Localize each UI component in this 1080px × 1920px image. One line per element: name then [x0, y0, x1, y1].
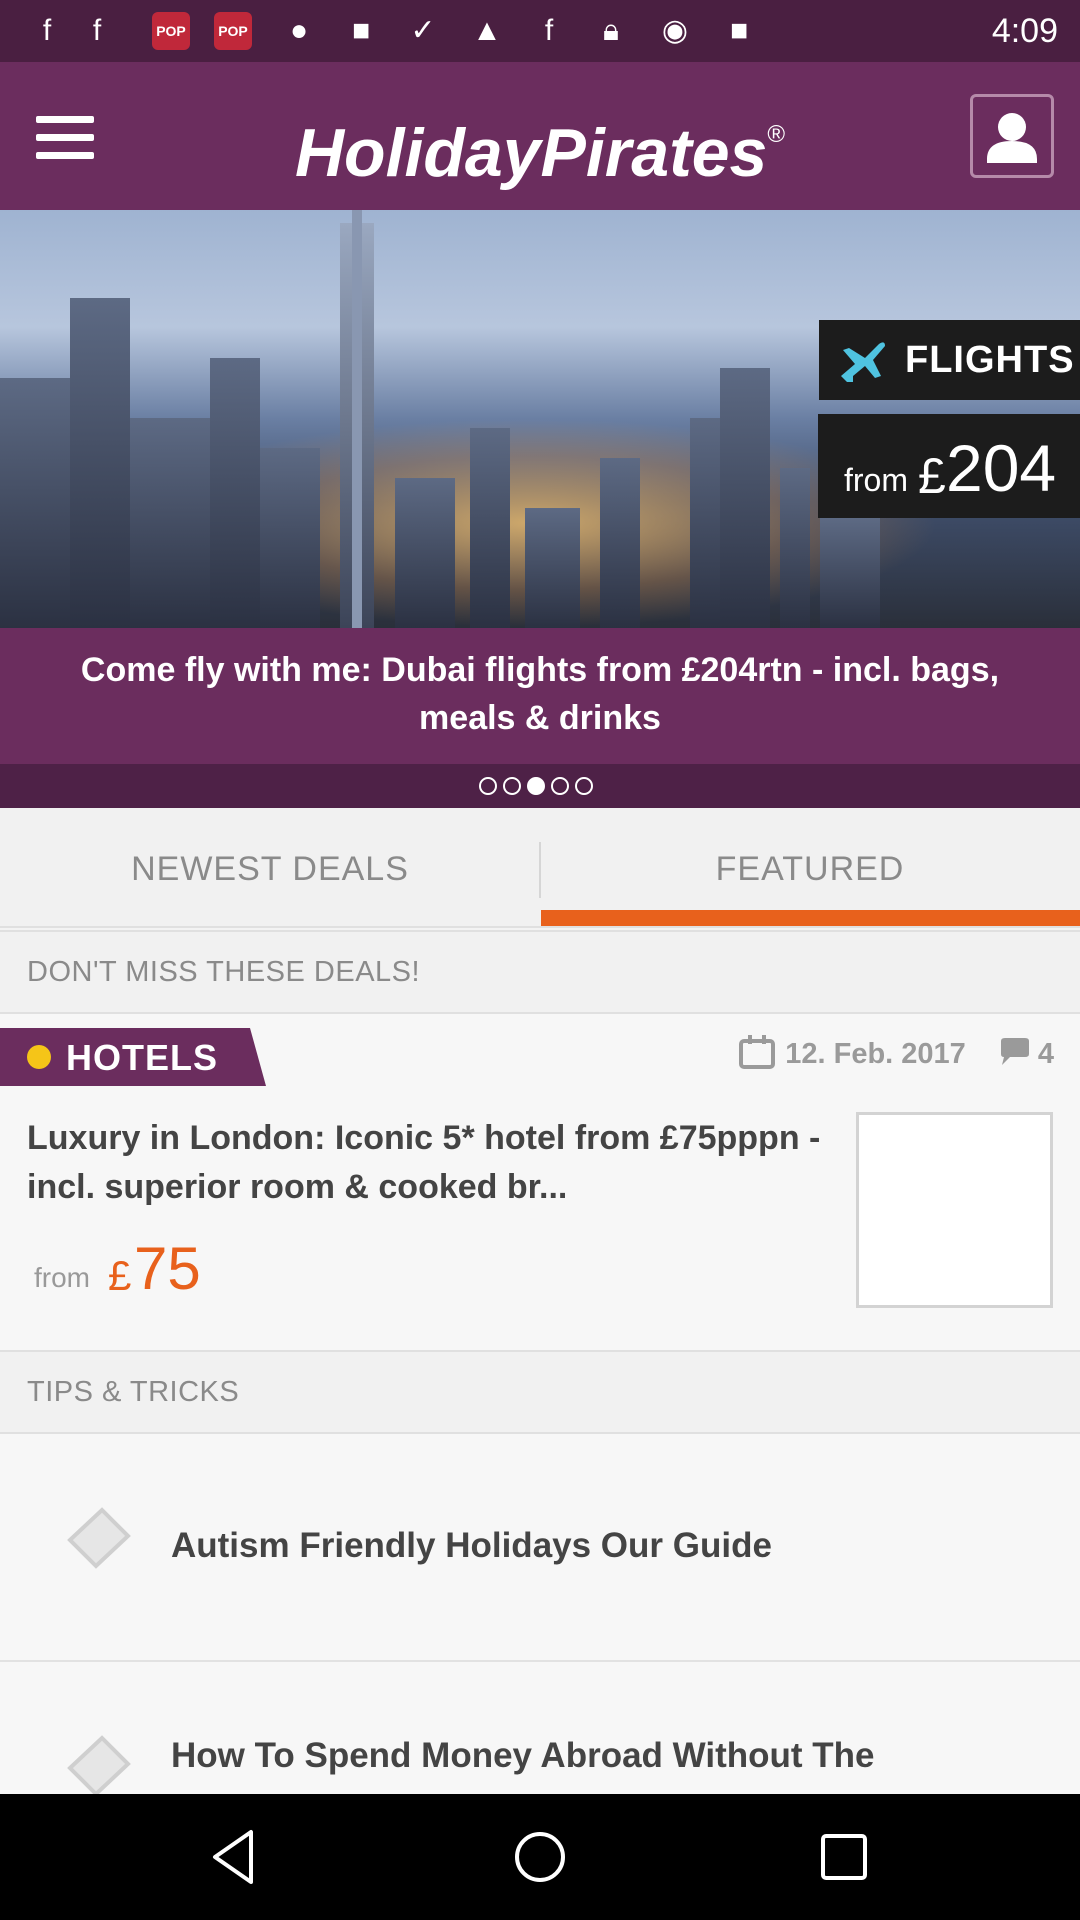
- logo-text: HolidayPirates: [294, 115, 768, 191]
- pager-dot[interactable]: [575, 777, 593, 795]
- ticket-icon: [67, 1507, 131, 1569]
- deal-comment-count: 4: [1037, 1038, 1054, 1070]
- deal-date: 12. Feb. 2017: [785, 1038, 966, 1070]
- deal-title[interactable]: Luxury in London: Iconic 5* hotel from £…: [27, 1114, 827, 1212]
- deal-card[interactable]: HOTELS 12. Feb. 2017 4 Luxury in London:…: [0, 1014, 1080, 1350]
- pager-dot[interactable]: [503, 777, 521, 795]
- flights-category-tag: FLIGHTS: [819, 320, 1080, 400]
- location-icon: ●: [289, 14, 309, 47]
- pager-dot[interactable]: [551, 777, 569, 795]
- app-logo: HolidayPirates®: [0, 100, 1080, 188]
- hero-banner[interactable]: FLIGHTS from £ 204: [0, 210, 1080, 628]
- game-icon: ■: [729, 14, 749, 47]
- home-icon[interactable]: [507, 1824, 573, 1890]
- tab-selected-indicator: [541, 910, 1080, 926]
- recent-apps-icon[interactable]: [811, 1824, 877, 1890]
- facebook-icon: f: [42, 14, 52, 47]
- lock-icon: 🔒︎: [603, 14, 619, 47]
- pager-dot[interactable]: [479, 777, 497, 795]
- pager-dot-active[interactable]: [527, 777, 545, 795]
- status-time: 4:09: [991, 12, 1058, 50]
- hero-price-tag: from £ 204: [818, 414, 1080, 518]
- app-bar: HolidayPirates®: [0, 62, 1080, 210]
- price-prefix: from: [844, 462, 908, 498]
- deal-meta: 12. Feb. 2017 4: [739, 1032, 1054, 1076]
- pop-app-icon: POP: [152, 12, 190, 50]
- square-app-icon: ■: [351, 14, 371, 47]
- category-dot-icon: [27, 1045, 51, 1069]
- hotels-category-tag: HOTELS: [0, 1028, 266, 1086]
- profile-button[interactable]: [970, 94, 1054, 178]
- tab-featured[interactable]: FEATURED: [540, 808, 1080, 926]
- facebook-icon: f: [92, 14, 102, 47]
- deal-thumbnail[interactable]: [856, 1112, 1053, 1308]
- tip-item[interactable]: Autism Friendly Holidays Our Guide: [0, 1434, 1080, 1662]
- price-amount: 75: [134, 1235, 201, 1302]
- photo-icon: ▲: [472, 14, 502, 47]
- tip-title: Autism Friendly Holidays Our Guide: [171, 1526, 772, 1565]
- system-nav-bar: [0, 1794, 1080, 1920]
- ticket-icon: [67, 1735, 131, 1794]
- category-label: HOTELS: [66, 1037, 219, 1078]
- tip-title: How To Spend Money Abroad Without The: [171, 1736, 875, 1775]
- price-currency: £: [918, 448, 946, 504]
- tip-item[interactable]: How To Spend Money Abroad Without The: [0, 1662, 1080, 1794]
- check-icon: ✓: [410, 14, 436, 47]
- circle-icon: ◉: [661, 14, 689, 47]
- user-icon: [987, 113, 1037, 163]
- calendar-icon: [739, 1035, 776, 1069]
- tab-bar: NEWEST DEALS FEATURED: [0, 808, 1080, 928]
- price-amount: 204: [946, 431, 1057, 505]
- facebook-icon: f: [544, 14, 554, 47]
- comment-icon: [1000, 1038, 1029, 1065]
- airplane-icon: [841, 342, 885, 382]
- carousel-pager: [0, 764, 1080, 808]
- section-header-deals: DON'T MISS THESE DEALS!: [0, 930, 1080, 1014]
- price-currency: £: [108, 1252, 132, 1299]
- back-icon[interactable]: [203, 1824, 269, 1890]
- registered-mark: ®: [767, 121, 786, 148]
- tab-newest-deals[interactable]: NEWEST DEALS: [0, 808, 540, 926]
- flights-label: FLIGHTS: [905, 339, 1075, 381]
- hero-caption[interactable]: Come fly with me: Dubai flights from £20…: [0, 628, 1080, 764]
- section-header-tips: TIPS & TRICKS: [0, 1350, 1080, 1434]
- status-bar: f f POP POP ● ■ ✓ ▲ f 🔒︎ ◉ ■ 4:09: [0, 0, 1080, 62]
- pop-app-icon: POP: [214, 12, 252, 50]
- price-prefix: from: [34, 1262, 90, 1293]
